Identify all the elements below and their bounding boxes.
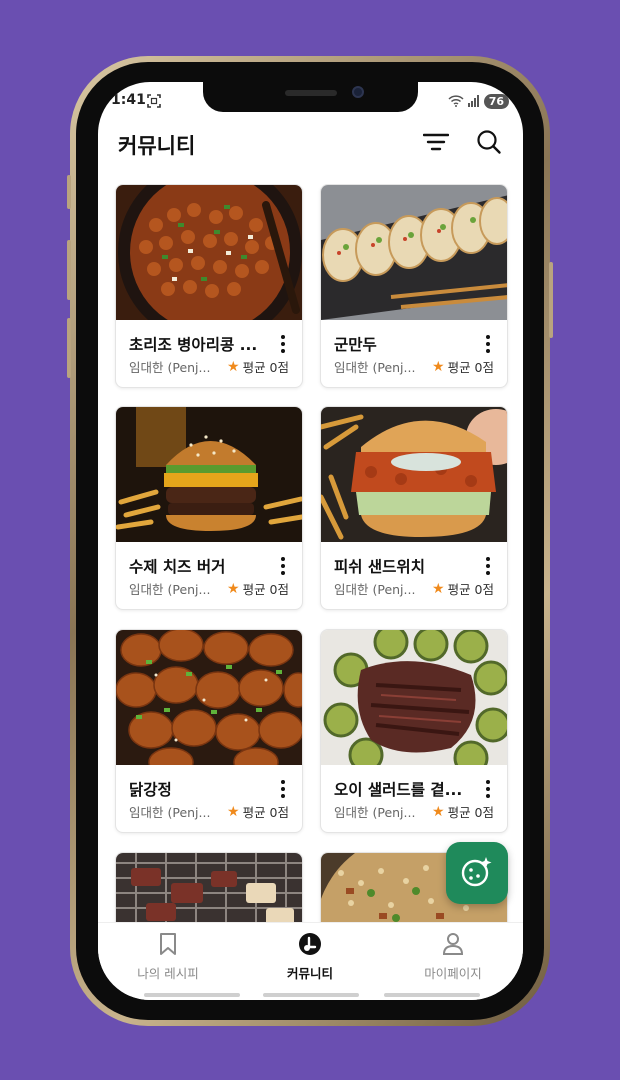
more-options-button[interactable] [274, 334, 292, 354]
gesture-bar [144, 993, 240, 997]
app-screen: 1:41 76 커뮤니티 초리조 병아리콩 ... 임대한 (Penj... ★… [98, 82, 523, 1000]
nav-label: 마이페이지 [424, 966, 482, 981]
notch [203, 82, 418, 112]
star-icon: ★ [227, 803, 240, 820]
battery-indicator: 76 [483, 94, 509, 109]
star-icon: ★ [432, 580, 445, 597]
recipe-rating: ★ 평균 0점 [227, 579, 289, 598]
recipe-card[interactable] [115, 852, 303, 922]
rating-text: 평균 0점 [447, 582, 494, 597]
star-icon: ★ [227, 580, 240, 597]
recipe-title: 군만두 [334, 336, 377, 354]
recipe-title: 오이 샐러드를 곁... [334, 781, 463, 799]
phone-side-button [67, 318, 71, 378]
recipe-card[interactable]: 피쉬 샌드위치 임대한 (Penj... ★ 평균 0점 [320, 406, 508, 610]
recipe-card[interactable]: 수제 치즈 버거 임대한 (Penj... ★ 평균 0점 [115, 406, 303, 610]
recipe-feed[interactable]: 초리조 병아리콩 ... 임대한 (Penj... ★ 평균 0점 군만두 임대… [98, 184, 523, 922]
recipe-card[interactable]: 닭강정 임대한 (Penj... ★ 평균 0점 [115, 629, 303, 833]
nav-item-community[interactable]: 커뮤니티 [250, 933, 370, 982]
ai-recipe-fab[interactable] [446, 842, 508, 904]
recipe-author: 임대한 (Penj... [129, 805, 211, 820]
filter-button[interactable] [422, 130, 450, 158]
recipe-author: 임대한 (Penj... [129, 582, 211, 597]
wifi-icon [448, 92, 464, 111]
search-button[interactable] [475, 130, 503, 158]
phone-side-button [549, 262, 553, 338]
rating-text: 평균 0점 [447, 805, 494, 820]
signal-icon [467, 92, 480, 111]
star-icon: ★ [432, 803, 445, 820]
recipe-title: 초리조 병아리콩 ... [129, 336, 258, 354]
status-indicators: 76 [448, 92, 509, 111]
more-options-button[interactable] [479, 779, 497, 799]
recipe-image-fish-sandwich [321, 407, 507, 542]
recipe-rating: ★ 평균 0점 [432, 357, 494, 376]
recipe-rating: ★ 평균 0점 [432, 802, 494, 821]
search-icon [476, 129, 502, 159]
recipe-image-chickpea-stew [116, 185, 302, 320]
recipe-title: 피쉬 샌드위치 [334, 558, 425, 576]
recipe-image-grilled-meat [116, 853, 302, 922]
recipe-card[interactable]: 초리조 병아리콩 ... 임대한 (Penj... ★ 평균 0점 [115, 184, 303, 388]
rating-text: 평균 0점 [447, 360, 494, 375]
more-options-button[interactable] [479, 556, 497, 576]
ai-cookie-sparkle-icon [460, 854, 494, 892]
filter-icon [422, 132, 450, 156]
nav-item-my-recipes[interactable]: 나의 레시피 [108, 933, 228, 982]
recipe-title: 닭강정 [129, 781, 172, 799]
gesture-bar [384, 993, 480, 997]
more-options-button[interactable] [479, 334, 497, 354]
front-camera [352, 86, 364, 98]
speaker [285, 90, 337, 96]
recipe-image-dumplings [321, 185, 507, 320]
recipe-title: 수제 치즈 버거 [129, 558, 226, 576]
community-icon [298, 932, 322, 960]
recipe-author: 임대한 (Penj... [334, 582, 416, 597]
person-icon [442, 932, 464, 960]
recipe-rating: ★ 평균 0점 [227, 357, 289, 376]
nav-label: 커뮤니티 [286, 966, 333, 981]
recipe-card[interactable]: 오이 샐러드를 곁... 임대한 (Penj... ★ 평균 0점 [320, 629, 508, 833]
recipe-card[interactable]: 군만두 임대한 (Penj... ★ 평균 0점 [320, 184, 508, 388]
app-header: 커뮤니티 [98, 118, 523, 174]
nav-label: 나의 레시피 [137, 966, 199, 981]
recipe-image-steak-cucumber [321, 630, 507, 765]
star-icon: ★ [227, 358, 240, 375]
rating-text: 평균 0점 [242, 582, 289, 597]
phone-side-button [67, 175, 71, 209]
rating-text: 평균 0점 [242, 805, 289, 820]
screenshot-icon [147, 93, 161, 112]
bottom-navigation: 나의 레시피 커뮤니티 마이페이지 [98, 922, 523, 1000]
more-options-button[interactable] [274, 779, 292, 799]
recipe-author: 임대한 (Penj... [334, 360, 416, 375]
recipe-image-fried-chicken [116, 630, 302, 765]
gesture-bar [263, 993, 359, 997]
recipe-author: 임대한 (Penj... [129, 360, 211, 375]
recipe-rating: ★ 평균 0점 [432, 579, 494, 598]
recipe-image-cheeseburger [116, 407, 302, 542]
phone-side-button [67, 240, 71, 300]
rating-text: 평균 0점 [242, 360, 289, 375]
bookmark-icon [158, 932, 178, 960]
more-options-button[interactable] [274, 556, 292, 576]
recipe-rating: ★ 평균 0점 [227, 802, 289, 821]
status-time: 1:41 [111, 92, 146, 108]
page-title: 커뮤니티 [118, 134, 196, 158]
nav-item-my-page[interactable]: 마이페이지 [393, 933, 513, 982]
recipe-author: 임대한 (Penj... [334, 805, 416, 820]
star-icon: ★ [432, 358, 445, 375]
